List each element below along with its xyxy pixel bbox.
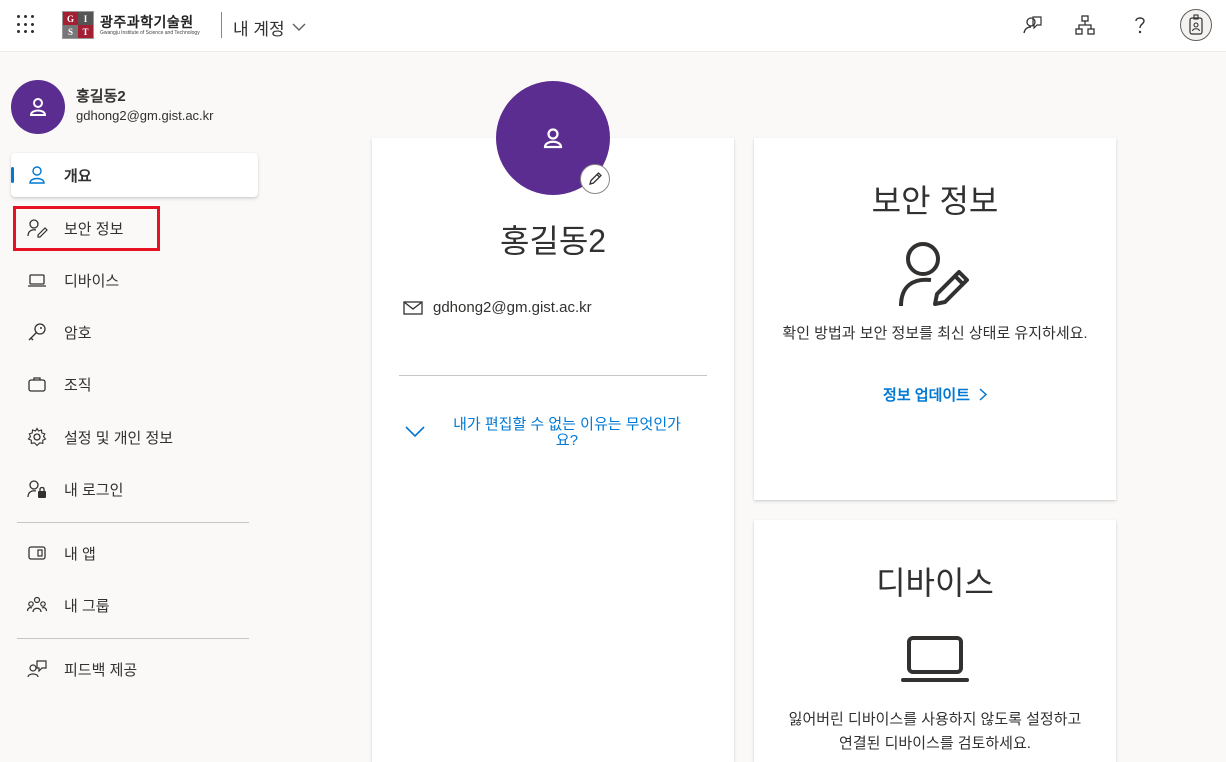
why-cant-edit-expander[interactable]: 내가 편집할 수 없는 이유는 무엇인가요? (403, 417, 693, 449)
highlight-box (13, 206, 160, 251)
card-divider (399, 375, 707, 376)
sidebar-item-settings-privacy[interactable]: 설정 및 개인 정보 (11, 415, 258, 459)
card-title: 디바이스 (876, 565, 994, 601)
logo-english-text: Gwangju Institute of Science and Technol… (100, 29, 200, 36)
waffle-icon[interactable] (17, 15, 37, 35)
sidebar-profile: 홍길동2 gdhong2@gm.gist.ac.kr (11, 80, 214, 134)
card-title: 보안 정보 (871, 183, 999, 219)
email-row: gdhong2@gm.gist.ac.kr (403, 299, 592, 316)
sidebar-item-my-groups[interactable]: 내 그룹 (11, 583, 258, 627)
chevron-down-icon (292, 23, 306, 31)
logo-korean-text: 광주과학기술원 (100, 13, 194, 30)
org-chart-icon[interactable] (1072, 12, 1098, 38)
mail-icon (403, 300, 423, 315)
update-info-link[interactable]: 정보 업데이트 (754, 384, 1116, 405)
sidebar-item-give-feedback[interactable]: 피드백 제공 (11, 647, 258, 691)
chevron-right-icon (979, 388, 987, 401)
sidebar-divider (17, 638, 249, 639)
gist-logo-mark: G I S T (62, 11, 94, 39)
pencil-icon (589, 172, 602, 185)
header-divider (221, 12, 222, 38)
devices-card: 디바이스 잃어버린 디바이스를 사용하지 않도록 설정하고 연결된 디바이스를 … (754, 520, 1116, 762)
feedback-icon[interactable] (1019, 12, 1045, 38)
chevron-down-icon (405, 426, 425, 438)
edit-photo-button[interactable] (580, 164, 610, 194)
sidebar-divider (17, 522, 249, 523)
security-info-card: 보안 정보 확인 방법과 보안 정보를 최신 상태로 유지하세요. 정보 업데이… (754, 138, 1116, 500)
person-edit-icon (754, 238, 1116, 310)
help-icon[interactable] (1127, 12, 1153, 38)
apps-icon (25, 541, 49, 565)
profile-email: gdhong2@gm.gist.ac.kr (76, 108, 214, 123)
feedback-icon (25, 657, 49, 681)
person-icon (543, 128, 563, 149)
sidebar-item-organizations[interactable]: 조직 (11, 362, 258, 406)
people-icon (25, 593, 49, 617)
why-cant-edit-link: 내가 편집할 수 없는 이유는 무엇인가요? (453, 416, 681, 449)
sidebar-item-my-apps[interactable]: 내 앱 (11, 531, 258, 575)
profile-name: 홍길동2 (76, 88, 126, 105)
person-icon (25, 163, 49, 187)
gear-icon (25, 425, 49, 449)
laptop-icon (754, 634, 1116, 684)
sidebar-item-password[interactable]: 암호 (11, 310, 258, 354)
key-icon (25, 320, 49, 344)
person-icon (29, 98, 47, 116)
card-description: 잃어버린 디바이스를 사용하지 않도록 설정하고 연결된 디바이스를 검토하세요… (788, 711, 1082, 752)
sidebar-item-my-signins[interactable]: 내 로그인 (11, 467, 258, 511)
top-bar: G I S T 광주과학기술원 Gwangju Institute of Sci… (0, 0, 1226, 52)
avatar (11, 80, 65, 134)
profile-email: gdhong2@gm.gist.ac.kr (433, 299, 592, 316)
laptop-icon (25, 268, 49, 292)
account-title: 내 계정 (233, 20, 285, 39)
profile-display-name: 홍길동2 (499, 223, 607, 259)
person-lock-icon (25, 477, 49, 501)
user-badge-icon[interactable] (1180, 9, 1212, 41)
card-description: 확인 방법과 보안 정보를 최신 상태로 유지하세요. (782, 325, 1088, 342)
sidebar-item-overview[interactable]: 개요 (11, 153, 258, 197)
account-title-dropdown[interactable]: 내 계정 (233, 15, 306, 40)
briefcase-icon (25, 372, 49, 396)
gist-logo[interactable]: G I S T 광주과학기술원 Gwangju Institute of Sci… (62, 10, 200, 40)
sidebar-item-devices[interactable]: 디바이스 (11, 258, 258, 302)
